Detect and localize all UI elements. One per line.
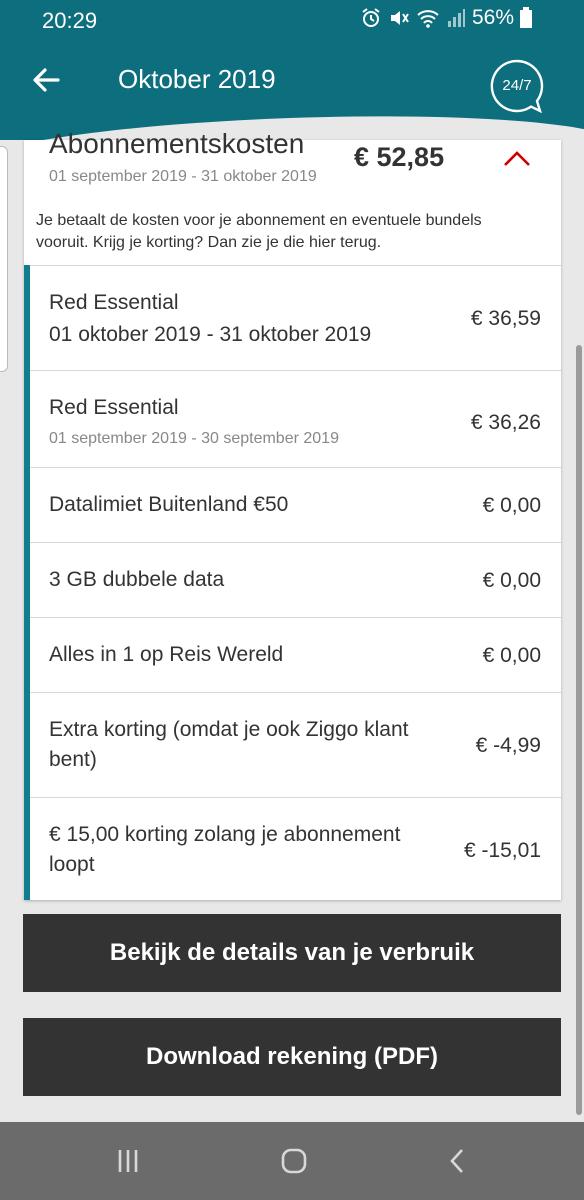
battery-icon [520, 7, 532, 28]
cost-items-list: Red Essential 01 oktober 2019 - 31 oktob… [30, 265, 561, 899]
signal-icon [447, 9, 465, 27]
item-amount: € 0,00 [482, 569, 541, 592]
subscription-total: € 52,85 [354, 142, 445, 172]
list-item: Red Essential 01 september 2019 - 30 sep… [30, 370, 561, 467]
subscription-title: Abonnementskosten [49, 128, 305, 159]
item-label: Datalimiet Buitenland €50 [49, 493, 289, 516]
item-label: 3 GB dubbele data [49, 568, 225, 591]
list-item: Red Essential 01 oktober 2019 - 31 oktob… [30, 265, 561, 370]
page-title: Oktober 2019 [118, 64, 276, 94]
list-item: Datalimiet Buitenland €50 € 0,00 [30, 467, 561, 542]
item-amount: € -4,99 [475, 734, 541, 757]
alarm-icon [362, 8, 380, 27]
list-item: Extra korting (omdat je ook Ziggo klant … [30, 692, 561, 797]
app-header: Oktober 2019 24/7 [0, 40, 584, 140]
support-chat-button[interactable]: 24/7 [488, 58, 546, 116]
status-icons: 56% [360, 6, 532, 30]
support-label: 24/7 [502, 77, 532, 94]
home-icon[interactable] [274, 1146, 314, 1176]
download-invoice-pdf-button[interactable]: Download rekening (PDF) [23, 1018, 561, 1096]
item-date: 01 oktober 2019 - 31 oktober 2019 [49, 323, 372, 346]
item-label: Red Essential [49, 396, 179, 419]
item-amount: € 0,00 [482, 644, 541, 667]
previous-card-edge [0, 146, 8, 372]
subscription-period: 01 september 2019 - 31 oktober 2019 [49, 168, 317, 185]
view-usage-details-button[interactable]: Bekijk de details van je verbruik [23, 914, 561, 992]
status-bar: 20:29 56% [0, 0, 584, 40]
system-nav-bar [0, 1122, 584, 1200]
chevron-up-icon[interactable] [502, 148, 532, 168]
list-item: € 15,00 korting zolang je abonnement loo… [30, 797, 561, 899]
subscription-description: Je betaalt de kosten voor je abonnement … [36, 212, 482, 251]
list-item: 3 GB dubbele data € 0,00 [30, 542, 561, 617]
item-amount: € -15,01 [463, 839, 541, 862]
item-date: 01 september 2019 - 30 september 2019 [49, 430, 339, 447]
item-label: Red Essential [49, 291, 179, 314]
status-time: 20:29 [42, 8, 98, 33]
item-amount: € 0,00 [482, 494, 541, 517]
list-item: Alles in 1 op Reis Wereld € 0,00 [30, 617, 561, 692]
item-label: Alles in 1 op Reis Wereld [49, 643, 284, 666]
battery-percent: 56% [471, 6, 514, 29]
back-nav-icon[interactable] [438, 1146, 478, 1176]
item-label: Extra korting (omdat je ook Ziggo klant … [49, 718, 409, 771]
mute-icon [390, 11, 409, 25]
subscription-costs-header[interactable]: Abonnementskosten 01 september 2019 - 31… [24, 128, 561, 265]
item-amount: € 36,59 [470, 307, 541, 330]
item-label: € 15,00 korting zolang je abonnement loo… [49, 823, 401, 876]
recent-apps-icon[interactable] [108, 1146, 148, 1176]
scrollbar[interactable] [576, 345, 582, 1115]
item-amount: € 36,26 [470, 411, 541, 434]
wifi-icon [417, 10, 439, 28]
back-arrow-icon[interactable] [28, 62, 64, 98]
